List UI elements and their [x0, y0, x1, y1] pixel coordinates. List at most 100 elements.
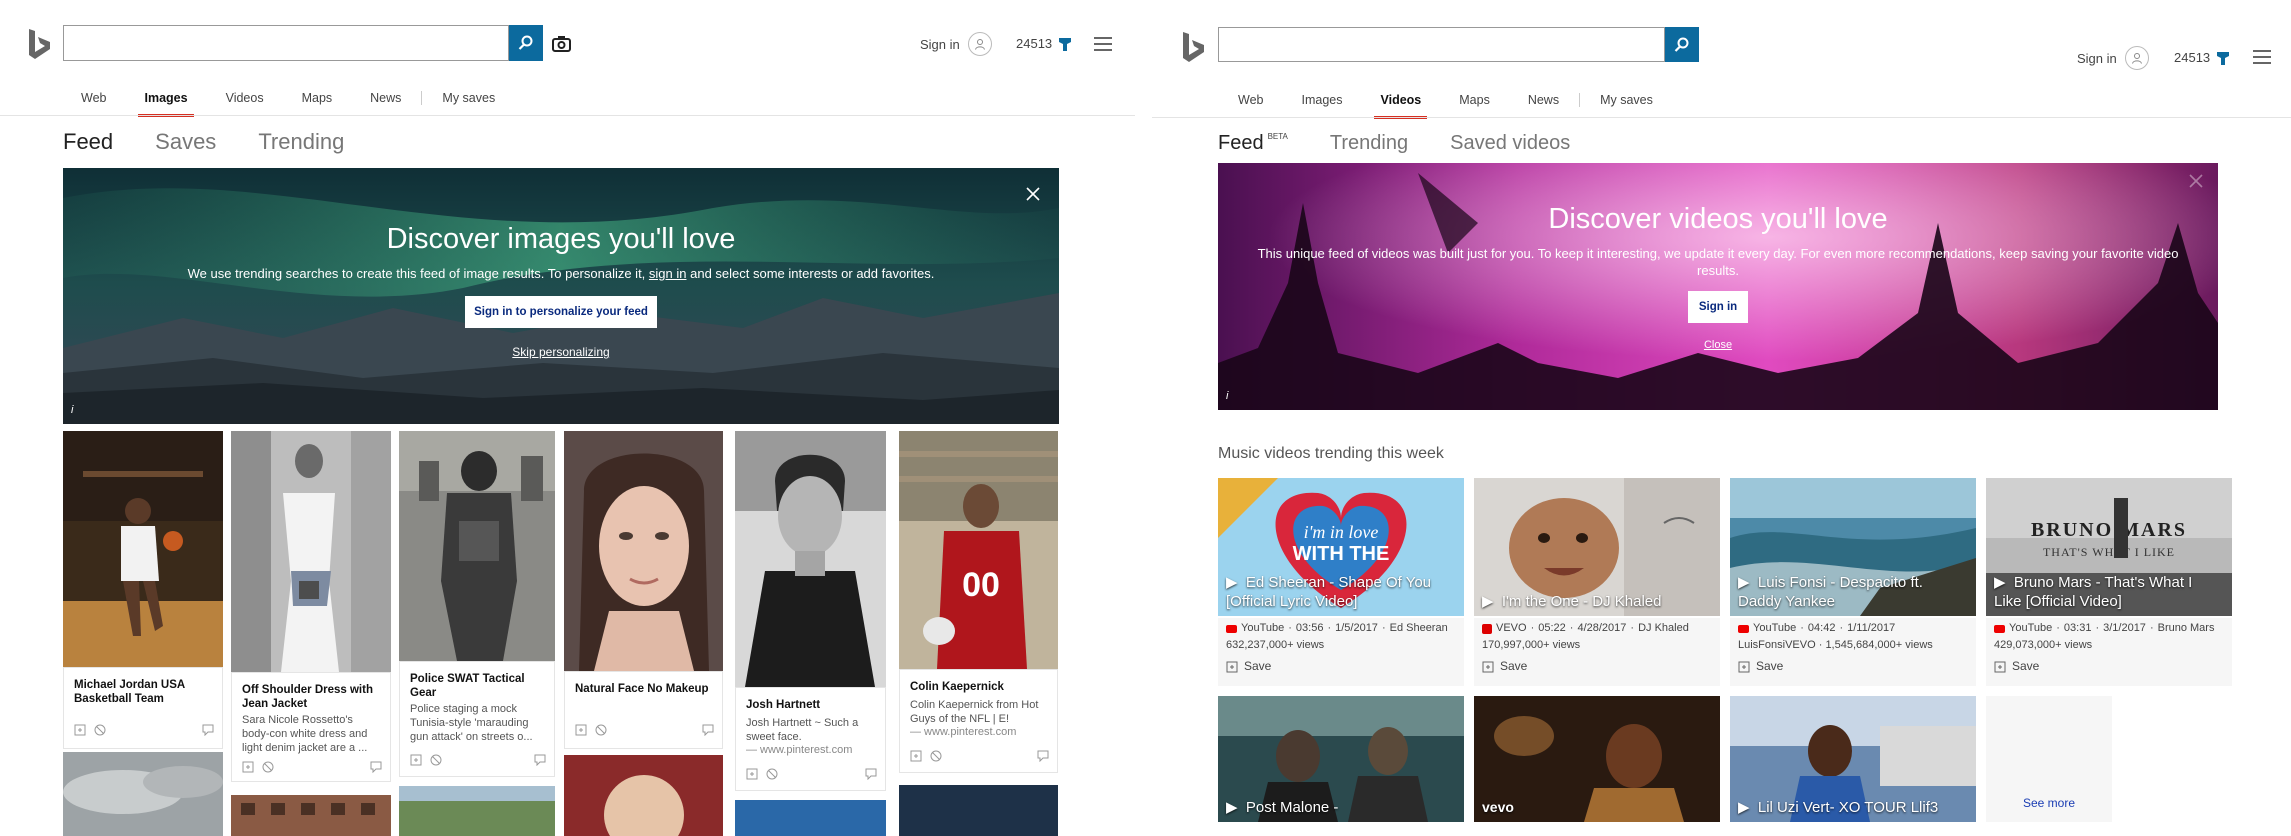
video-channel[interactable]: Ed Sheeran [1390, 620, 1448, 637]
feedback-icon[interactable] [370, 761, 382, 773]
video-channel[interactable]: Bruno Mars [2158, 620, 2215, 637]
block-icon[interactable] [262, 761, 274, 773]
menu-icon[interactable] [1094, 37, 1112, 51]
scope-images[interactable]: Images [1301, 93, 1342, 119]
video-tile-despacito[interactable]: ▶ Luis Fonsi - Despacito ft. Daddy Yanke… [1730, 478, 1976, 616]
video-tile-bruno-mars[interactable]: BRUNO MARS THAT'S WHAT I LIKE ▶ Bruno Ma… [1986, 478, 2232, 616]
menu-icon[interactable] [2253, 50, 2271, 64]
card-actions [910, 750, 1049, 764]
search-button[interactable] [1665, 27, 1699, 62]
block-icon[interactable] [930, 750, 942, 762]
save-icon[interactable] [910, 750, 922, 762]
feedback-icon[interactable] [1037, 750, 1049, 762]
camera-icon[interactable] [551, 34, 573, 54]
video-title: ▶ I'm the One - DJ Khaled [1482, 593, 1662, 610]
bing-logo-icon[interactable] [26, 28, 52, 62]
tab-trending[interactable]: Trending [1330, 132, 1408, 155]
tab-trending[interactable]: Trending [258, 129, 344, 155]
video-tile-ed-sheeran[interactable]: i'm in love WITH THE ▶ Ed Sheeran - Shap… [1218, 478, 1464, 616]
sign-in-link[interactable]: Sign in [920, 32, 992, 56]
save-icon[interactable] [410, 754, 422, 766]
sign-in-link[interactable]: Sign in [2077, 46, 2149, 70]
video-source: YouTube [1753, 622, 1797, 634]
search-input[interactable] [1218, 27, 1665, 62]
image-tile-night[interactable] [899, 785, 1058, 836]
videos-feed-window: Sign in 24513 Web Images Videos Maps New… [1152, 0, 2291, 836]
search-button[interactable] [509, 25, 543, 61]
block-icon[interactable] [430, 754, 442, 766]
feedback-icon[interactable] [202, 724, 214, 736]
tab-feed[interactable]: Feed [63, 129, 113, 155]
save-video-button[interactable]: Save [1226, 658, 1456, 675]
block-icon[interactable] [766, 768, 778, 780]
rewards-medal-icon [2217, 51, 2230, 65]
video-channel[interactable]: DJ Khaled [1638, 620, 1689, 637]
close-icon[interactable] [2188, 173, 2204, 189]
image-card-1[interactable]: Michael Jordan USA Basketball Team [63, 667, 223, 749]
scope-maps[interactable]: Maps [1459, 93, 1490, 119]
feedback-icon[interactable] [702, 724, 714, 736]
video-tile-dj-khaled[interactable]: ▶ I'm the One - DJ Khaled [1474, 478, 1720, 616]
banner-sign-in-link[interactable]: sign in [649, 266, 687, 281]
info-icon[interactable]: i [71, 404, 73, 416]
card-source[interactable]: — www.pinterest.com [746, 744, 877, 756]
rewards-badge[interactable]: 24513 [2174, 50, 2230, 65]
personalize-sign-in-button[interactable]: Sign in to personalize your feed [465, 296, 657, 328]
scope-maps[interactable]: Maps [302, 91, 333, 117]
video-channel[interactable]: LuisFonsiVEVO [1738, 639, 1816, 651]
tab-saved-videos[interactable]: Saved videos [1450, 132, 1570, 155]
scope-videos[interactable]: Videos [1374, 93, 1427, 119]
image-tile-building[interactable] [231, 795, 391, 836]
image-tile-portrait[interactable] [564, 755, 723, 836]
video-tile-post-malone[interactable]: ▶ Post Malone - [1218, 696, 1464, 822]
scope-videos[interactable]: Videos [226, 91, 264, 117]
save-video-button[interactable]: Save [1738, 658, 1968, 675]
image-card-4[interactable]: Natural Face No Makeup [564, 671, 723, 749]
image-card-3[interactable]: Police SWAT Tactical Gear Police staging… [399, 661, 555, 777]
skip-personalizing-link[interactable]: Skip personalizing [63, 345, 1059, 359]
image-tile-swat[interactable] [399, 431, 555, 661]
see-more-button[interactable]: See more [1986, 696, 2112, 822]
save-icon[interactable] [746, 768, 758, 780]
image-tile-cloudy-sky[interactable] [63, 752, 223, 836]
feedback-icon[interactable] [534, 754, 546, 766]
scope-news[interactable]: News [1528, 93, 1559, 119]
image-tile-kaepernick[interactable]: 00 [899, 431, 1058, 669]
bing-logo-icon[interactable] [1180, 31, 1206, 65]
image-card-2[interactable]: Off Shoulder Dress with Jean Jacket Sara… [231, 672, 391, 782]
close-icon[interactable] [1025, 186, 1041, 202]
image-tile-josh[interactable] [735, 431, 886, 687]
scope-web[interactable]: Web [1238, 93, 1263, 119]
tab-feed[interactable]: Feed BETA [1218, 132, 1288, 155]
video-tile-vevo[interactable]: vevo [1474, 696, 1720, 822]
save-video-button[interactable]: Save [1994, 658, 2224, 675]
save-video-button[interactable]: Save [1482, 658, 1712, 675]
scope-images[interactable]: Images [138, 91, 194, 117]
block-icon[interactable] [94, 724, 106, 736]
scope-news[interactable]: News [370, 91, 401, 117]
feedback-icon[interactable] [865, 768, 877, 780]
scope-my-saves[interactable]: My saves [442, 91, 495, 117]
card-source[interactable]: — www.pinterest.com [910, 726, 1049, 738]
save-icon[interactable] [575, 724, 587, 736]
image-tile-dress[interactable] [231, 431, 391, 672]
video-tile-lil-uzi[interactable]: ▶ Lil Uzi Vert- XO TOUR Llif3 [1730, 696, 1976, 822]
tab-saves[interactable]: Saves [155, 129, 216, 155]
rewards-badge[interactable]: 24513 [1016, 36, 1072, 51]
image-tile-blue[interactable] [735, 800, 886, 836]
image-card-5[interactable]: Josh Hartnett Josh Hartnett ~ Such a swe… [735, 687, 886, 791]
image-tile-basketball[interactable] [63, 431, 223, 667]
save-icon[interactable] [74, 724, 86, 736]
scope-my-saves[interactable]: My saves [1600, 93, 1653, 119]
search-input[interactable] [63, 25, 509, 61]
image-tile-landscape[interactable] [399, 786, 555, 836]
block-icon[interactable] [595, 724, 607, 736]
image-tile-face[interactable] [564, 431, 723, 671]
close-banner-link[interactable]: Close [1218, 339, 2218, 351]
scope-web[interactable]: Web [81, 91, 106, 117]
info-icon[interactable]: i [1226, 390, 1228, 402]
save-icon[interactable] [242, 761, 254, 773]
sign-in-label: Sign in [920, 36, 960, 52]
video-sign-in-button[interactable]: Sign in [1688, 291, 1748, 323]
image-card-6[interactable]: Colin Kaepernick Colin Kaepernick from H… [899, 669, 1058, 773]
